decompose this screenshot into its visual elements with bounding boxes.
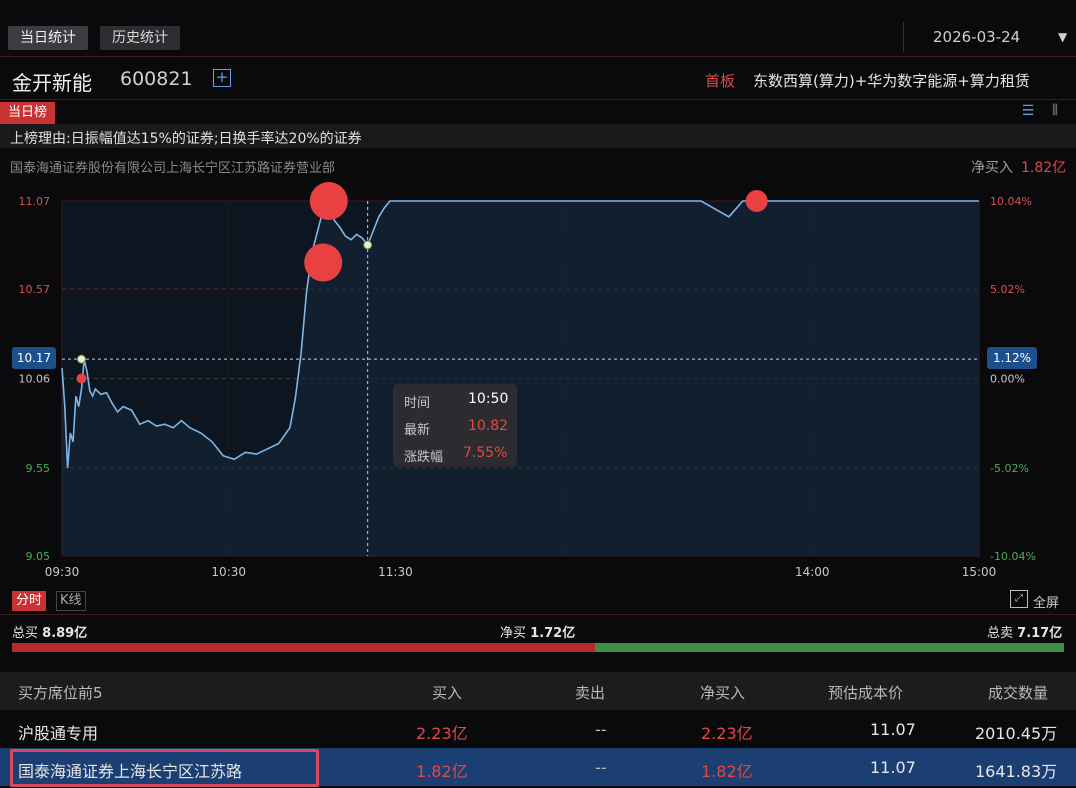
y-tick-label-pct: 5.02%: [990, 283, 1025, 296]
list-view-icon[interactable]: ☰: [1018, 103, 1038, 121]
trade-marker: [76, 373, 87, 384]
y-tick-label-pct: 10.04%: [990, 195, 1032, 208]
tooltip-price-value: 10.82: [468, 418, 509, 434]
bar-chart-icon[interactable]: ⫼: [1045, 103, 1065, 121]
board-tag: 首板: [705, 72, 736, 90]
chevron-down-icon[interactable]: ▼: [1058, 30, 1067, 44]
tooltip-change-label: 涨跌幅: [404, 450, 444, 465]
table-row[interactable]: 沪股通专用 2.23亿 -- 2.23亿 11.07 2010.45万: [0, 710, 1076, 748]
add-icon[interactable]: +: [213, 69, 231, 87]
cost-price: 11.07: [870, 720, 916, 739]
cursor-point: [76, 354, 86, 364]
sell-amount: --: [595, 720, 607, 739]
y-axis-right: 10.04% 5.02% 0.00% -5.02% -10.04%: [990, 195, 1036, 563]
y-tick-label: 9.55: [26, 462, 51, 475]
x-tick-label: 15:00: [961, 565, 997, 579]
total-sell: 总卖 7.17亿: [987, 622, 1062, 641]
total-buy: 总买 8.89亿: [12, 622, 87, 641]
list-tab-today[interactable]: 当日榜: [0, 102, 56, 124]
y-axis-left: 11.07 10.57 10.06 9.55 9.05: [19, 195, 51, 563]
volume: 1641.83万: [975, 762, 1058, 781]
net-buy-total-value: 1.72亿: [530, 626, 576, 641]
x-tick-label: 11:30: [378, 565, 413, 579]
col-cost: 预估成本价: [828, 684, 904, 702]
fullscreen-icon[interactable]: ⤢: [1010, 590, 1028, 608]
tab-kline[interactable]: K线: [56, 591, 86, 611]
tooltip-time-value: 10:50: [468, 391, 509, 407]
total-sell-value: 7.17亿: [1017, 626, 1063, 641]
x-tick-label: 14:00: [794, 565, 830, 579]
x-tick-label: 10:30: [211, 565, 247, 579]
fullscreen-label[interactable]: 全屏: [1033, 592, 1059, 611]
reason-text: 上榜理由:日振幅值达15%的证券;日换手率达20%的证券: [10, 131, 362, 147]
volume: 2010.45万: [975, 724, 1058, 743]
cursor-point: [363, 240, 373, 250]
date-select[interactable]: 2026-03-24: [933, 28, 1020, 46]
y-tick-label: 11.07: [19, 195, 51, 208]
net-amount: 1.82亿: [701, 762, 753, 781]
tab-today-stats[interactable]: 当日统计: [8, 26, 88, 50]
buy-amount: 1.82亿: [416, 762, 468, 781]
net-buy-total-label: 净买: [500, 626, 527, 641]
net-buy-value: 1.82亿: [1021, 160, 1067, 176]
tooltip-time-label: 时间: [404, 396, 431, 411]
y-tick-label: 10.06: [19, 373, 51, 386]
net-amount: 2.23亿: [701, 724, 753, 743]
stock-code: 600821: [120, 68, 193, 90]
y-tick-label-pct: -5.02%: [990, 462, 1029, 475]
col-sell: 卖出: [575, 684, 606, 702]
crosshair-pct-label: 1.12%: [987, 347, 1037, 369]
col-seat: 买方席位前5: [18, 684, 103, 702]
total-buy-label: 总买: [12, 626, 39, 641]
x-axis: 09:30 10:30 11:30 14:00 15:00: [0, 565, 1076, 581]
x-tick-label: 09:30: [44, 565, 80, 579]
buy-ratio-fill: [12, 643, 595, 652]
sell-amount: --: [595, 758, 607, 777]
tab-intraday[interactable]: 分时: [12, 591, 47, 611]
buy-amount: 2.23亿: [416, 724, 468, 743]
table-header: 买方席位前5 买入 卖出 净买入 预估成本价 成交数量: [0, 672, 1076, 710]
cost-price: 11.07: [870, 758, 916, 777]
total-buy-value: 8.89亿: [42, 626, 88, 641]
net-buy-label: 净买入: [971, 160, 1013, 176]
trade-marker: [309, 182, 348, 220]
concepts: 东数西算(算力)+华为数字能源+算力租赁: [753, 72, 1030, 90]
crosshair-price-label: 10.17: [12, 347, 56, 369]
seat-name[interactable]: 沪股通专用: [18, 720, 98, 744]
y-tick-label: 9.05: [26, 550, 51, 563]
col-volume: 成交数量: [988, 684, 1049, 702]
y-tick-label-pct: 0.00%: [990, 373, 1025, 386]
tab-history-stats[interactable]: 历史统计: [100, 26, 180, 50]
col-buy: 买入: [432, 684, 463, 702]
tooltip-change-value: 7.55%: [463, 445, 508, 461]
tooltip-price-label: 最新: [404, 423, 431, 438]
trade-marker: [304, 243, 343, 282]
tooltip: 时间 10:50 最新 10.82 涨跌幅 7.55%: [393, 384, 517, 467]
y-tick-label: 10.57: [19, 283, 51, 296]
trade-marker: [745, 190, 768, 212]
net-buy: 净买 1.72亿: [500, 622, 575, 641]
y-tick-label-pct: -10.04%: [990, 550, 1036, 563]
col-net: 净买入: [700, 684, 746, 702]
stock-name: 金开新能: [12, 71, 92, 95]
buy-sell-ratio-bar: [12, 643, 1064, 652]
broker-name: 国泰海通证券股份有限公司上海长宁区江苏路证券营业部: [10, 161, 336, 176]
divider: [903, 22, 904, 52]
highlight-box: [10, 749, 319, 787]
total-sell-label: 总卖: [987, 626, 1014, 641]
intraday-chart: 11.07 10.57 10.06 9.55 9.05 10.04% 5.02% 0.00%…: [19, 182, 1036, 563]
